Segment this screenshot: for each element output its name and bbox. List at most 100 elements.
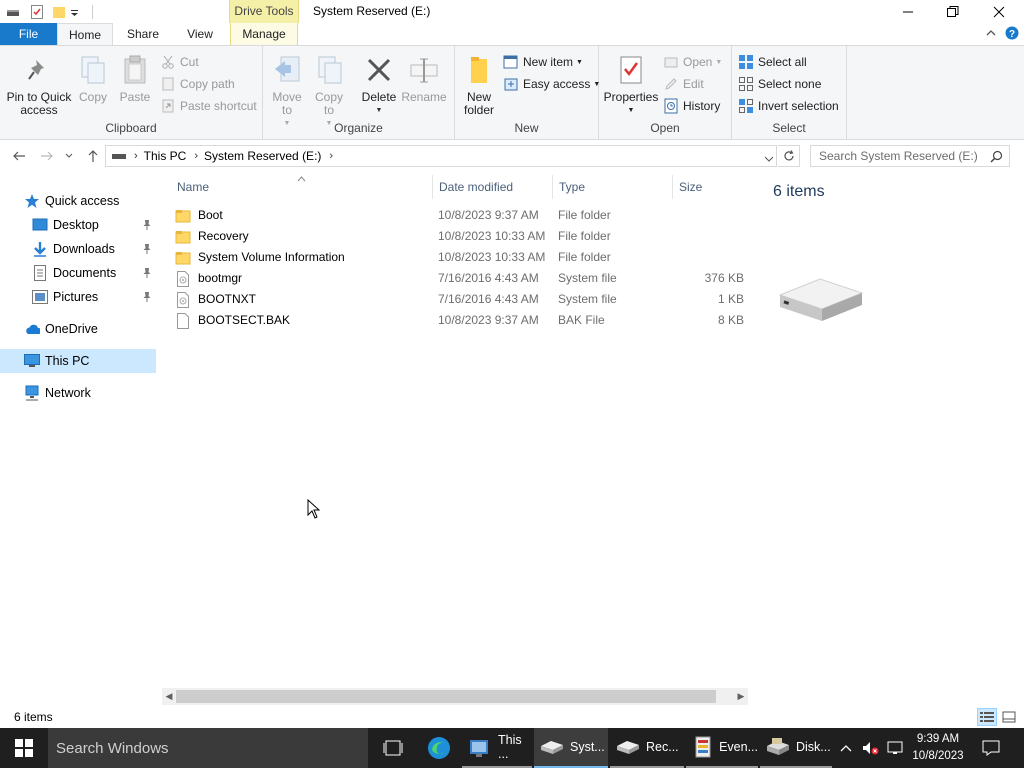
nav-quick-access[interactable]: Quick access bbox=[0, 189, 156, 213]
move-to-button[interactable]: Move to ▼ bbox=[269, 54, 305, 130]
large-icons-view-button[interactable] bbox=[999, 708, 1019, 726]
tab-manage[interactable]: Manage bbox=[230, 23, 298, 46]
restore-button[interactable] bbox=[930, 0, 976, 23]
open-button[interactable]: Open ▼ bbox=[663, 52, 722, 72]
task-view-button[interactable] bbox=[378, 728, 408, 768]
taskbar-this-pc[interactable]: This ... bbox=[462, 728, 532, 768]
volume-button[interactable] bbox=[859, 728, 881, 768]
column-header-size[interactable]: Size bbox=[673, 175, 747, 199]
file-size: 1 KB bbox=[717, 292, 744, 306]
forward-button[interactable] bbox=[37, 146, 57, 166]
copy-to-button[interactable]: Copy to ▼ bbox=[311, 54, 347, 130]
show-hidden-icons-button[interactable] bbox=[838, 728, 854, 768]
column-header-date-modified[interactable]: Date modified bbox=[433, 175, 553, 199]
refresh-button[interactable] bbox=[778, 145, 800, 167]
details-view-button[interactable] bbox=[977, 708, 997, 726]
tab-home[interactable]: Home bbox=[57, 23, 113, 46]
new-folder-icon[interactable] bbox=[52, 5, 66, 19]
tab-share[interactable]: Share bbox=[127, 23, 159, 46]
file-row[interactable]: System Volume Information 10/8/2023 10:33… bbox=[175, 247, 747, 268]
taskbar-disk-management[interactable]: Disk... bbox=[760, 728, 832, 768]
scrollbar-thumb[interactable] bbox=[176, 690, 716, 703]
horizontal-scrollbar[interactable]: ◀ ▶ bbox=[162, 688, 748, 705]
taskbar-recovery[interactable]: Rec... bbox=[610, 728, 684, 768]
taskbar-edge[interactable] bbox=[422, 728, 456, 768]
breadcrumb-system-reserved[interactable]: System Reserved (E:) bbox=[204, 149, 321, 163]
network-tray-button[interactable] bbox=[884, 728, 906, 768]
breadcrumb-separator[interactable]: › bbox=[194, 150, 198, 162]
minimize-ribbon-button[interactable] bbox=[985, 27, 997, 42]
pin-icon[interactable] bbox=[142, 219, 152, 231]
select-none-button[interactable]: Select none bbox=[738, 74, 821, 94]
easy-access-button[interactable]: Easy access ▼ bbox=[503, 74, 600, 94]
nav-this-pc[interactable]: This PC bbox=[0, 349, 156, 373]
file-row[interactable]: Recovery 10/8/2023 10:33 AM File folder bbox=[175, 226, 747, 247]
start-button[interactable] bbox=[0, 728, 48, 768]
taskbar-system-reserved[interactable]: Syst... bbox=[534, 728, 608, 768]
drive-icon[interactable] bbox=[6, 5, 20, 19]
edit-button[interactable]: Edit bbox=[663, 74, 704, 94]
rename-button[interactable]: Rename bbox=[401, 54, 447, 104]
close-button[interactable] bbox=[976, 0, 1022, 23]
nav-onedrive[interactable]: OneDrive bbox=[0, 317, 156, 341]
file-size: 376 KB bbox=[704, 271, 744, 285]
nav-pictures[interactable]: Pictures bbox=[0, 285, 156, 309]
taskbar-clock[interactable]: 9:39 AM 10/8/2023 bbox=[907, 731, 969, 765]
new-item-button[interactable]: New item ▼ bbox=[503, 52, 583, 72]
breadcrumb-separator[interactable]: › bbox=[134, 150, 138, 162]
pin-icon[interactable] bbox=[142, 291, 152, 303]
properties-button[interactable]: Properties ▼ bbox=[603, 54, 659, 117]
new-folder-button[interactable]: New folder bbox=[461, 54, 497, 117]
select-all-button[interactable]: Select all bbox=[738, 52, 807, 72]
minimize-button[interactable] bbox=[885, 0, 931, 23]
open-icon bbox=[663, 54, 679, 70]
search-box[interactable] bbox=[810, 145, 1010, 167]
address-bar[interactable]: › This PC › System Reserved (E:) › bbox=[105, 145, 777, 167]
pin-icon[interactable] bbox=[142, 243, 152, 255]
file-row[interactable]: BOOTNXT 7/16/2016 4:43 AM System file 1 KB bbox=[175, 289, 747, 310]
nav-documents[interactable]: Documents bbox=[0, 261, 156, 285]
paste-shortcut-button[interactable]: Paste shortcut bbox=[160, 96, 257, 116]
back-button[interactable] bbox=[9, 146, 29, 166]
file-row[interactable]: bootmgr 7/16/2016 4:43 AM System file 376 K… bbox=[175, 268, 747, 289]
nav-downloads[interactable]: Downloads bbox=[0, 237, 156, 261]
taskbar-event-viewer[interactable]: Even... bbox=[686, 728, 758, 768]
file-type: System file bbox=[558, 292, 617, 306]
copy-path-button[interactable]: Copy path bbox=[160, 74, 235, 94]
file-row[interactable]: Boot 10/8/2023 9:37 AM File folder bbox=[175, 205, 747, 226]
help-button[interactable]: ? bbox=[1005, 26, 1019, 43]
address-history-dropdown[interactable] bbox=[764, 152, 774, 166]
pin-icon[interactable] bbox=[142, 267, 152, 279]
history-button[interactable]: History bbox=[663, 96, 720, 116]
file-icon bbox=[175, 312, 191, 329]
search-input[interactable] bbox=[819, 149, 989, 163]
pin-to-quick-access-button[interactable]: Pin to Quick access bbox=[6, 54, 72, 117]
cut-button[interactable]: Cut bbox=[160, 52, 199, 72]
file-row[interactable]: BOOTSECT.BAK 10/8/2023 9:37 AM BAK File 8 K… bbox=[175, 310, 747, 331]
file-date-modified: 10/8/2023 9:37 AM bbox=[438, 313, 539, 327]
preview-item-count: 6 items bbox=[773, 183, 825, 200]
action-center-button[interactable] bbox=[980, 728, 1002, 768]
copy-button[interactable]: Copy bbox=[76, 54, 110, 104]
up-button[interactable] bbox=[83, 146, 103, 166]
recent-locations-button[interactable] bbox=[62, 146, 76, 166]
delete-button[interactable]: Delete ▼ bbox=[359, 54, 399, 117]
tab-view[interactable]: View bbox=[183, 23, 217, 46]
scroll-left-button[interactable]: ◀ bbox=[162, 688, 176, 705]
tab-file[interactable]: File bbox=[0, 23, 57, 46]
taskbar: Search Windows This ... Syst... Rec... E… bbox=[0, 728, 1024, 768]
chevron-down-icon[interactable] bbox=[70, 5, 80, 19]
nav-network[interactable]: Network bbox=[0, 381, 156, 405]
search-icon[interactable] bbox=[990, 150, 1003, 166]
breadcrumb-this-pc[interactable]: This PC bbox=[144, 149, 187, 163]
rename-icon bbox=[408, 54, 440, 86]
properties-icon[interactable] bbox=[30, 4, 44, 19]
column-header-type[interactable]: Type bbox=[553, 175, 673, 199]
column-header-name[interactable]: Name bbox=[171, 175, 433, 199]
paste-button[interactable]: Paste bbox=[117, 54, 153, 104]
scroll-right-button[interactable]: ▶ bbox=[734, 688, 748, 705]
invert-selection-button[interactable]: Invert selection bbox=[738, 96, 839, 116]
taskbar-search[interactable]: Search Windows bbox=[48, 728, 368, 768]
nav-desktop[interactable]: Desktop bbox=[0, 213, 156, 237]
breadcrumb-separator[interactable]: › bbox=[329, 150, 333, 162]
